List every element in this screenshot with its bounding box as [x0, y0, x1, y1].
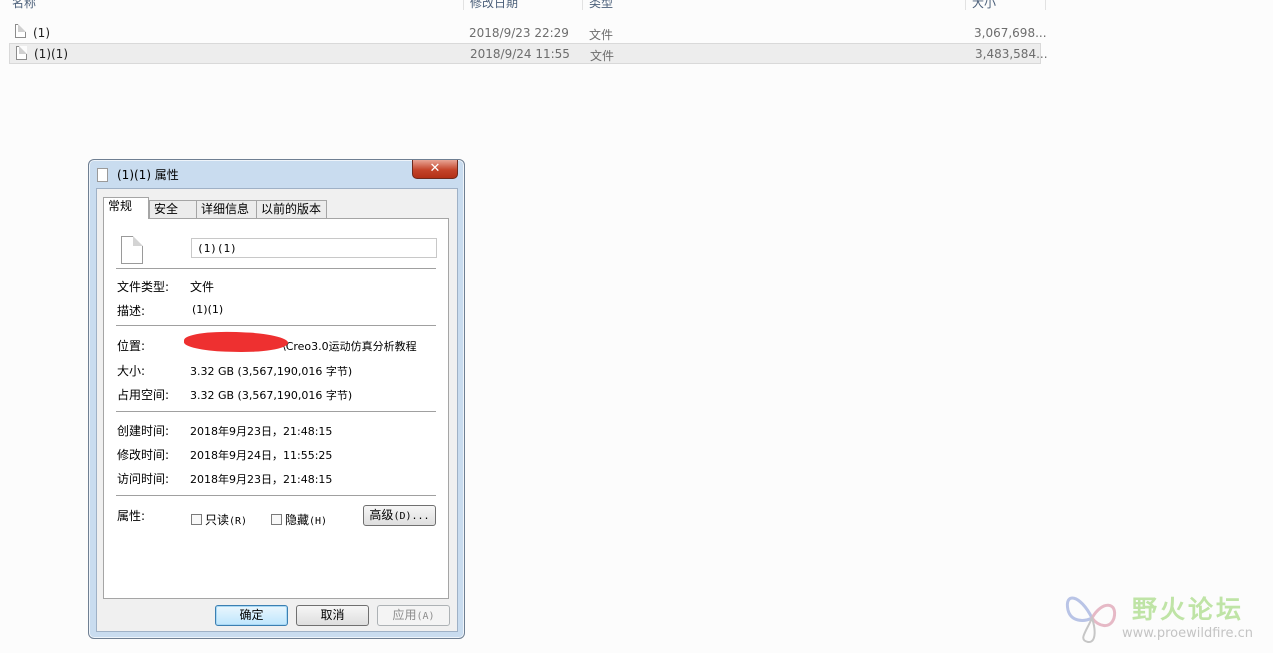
file-icon — [16, 46, 27, 60]
apply-accel: (A) — [416, 611, 435, 622]
size-on-disk-label: 占用空间: — [117, 388, 170, 402]
file-icon — [15, 24, 26, 38]
tab-previous-versions[interactable]: 以前的版本 — [256, 200, 327, 218]
hidden-label: 隐藏 — [285, 513, 310, 527]
close-button[interactable]: ✕ — [412, 160, 458, 179]
column-name-header[interactable]: 名称 — [12, 0, 36, 11]
column-modified-header[interactable]: 修改日期 — [470, 0, 518, 11]
file-name-field[interactable] — [191, 238, 437, 258]
watermark-url: www.proewildfire.cn — [1122, 626, 1253, 641]
size-value: 3.32 GB (3,567,190,016 字节) — [190, 365, 353, 378]
file-icon — [121, 236, 143, 264]
modified-value: 2018年9月24日，11:55:25 — [190, 449, 333, 462]
apply-label: 应用 — [392, 608, 417, 622]
created-value: 2018年9月23日，21:48:15 — [190, 425, 333, 438]
divider — [116, 411, 436, 412]
file-type: 文件 — [590, 49, 615, 63]
file-type-label: 文件类型: — [117, 280, 170, 294]
description-label: 描述: — [117, 304, 146, 318]
readonly-accel: (R) — [229, 516, 248, 527]
dialog-titlebar[interactable]: (1)(1) 属性 ✕ — [89, 160, 464, 187]
size-on-disk-value: 3.32 GB (3,567,190,016 字节) — [190, 389, 353, 402]
column-divider[interactable] — [582, 0, 583, 10]
checkbox-box[interactable] — [271, 514, 282, 525]
column-header-bar: 名称 修改日期 类型 大小 — [0, 0, 1045, 10]
file-row-selected[interactable]: (1)(1) 2018/9/24 11:55 文件 3,483,584... — [9, 43, 1048, 64]
tab-security[interactable]: 安全 — [149, 200, 197, 218]
dialog-title: (1)(1) 属性 — [117, 168, 179, 182]
hidden-checkbox[interactable]: 隐藏(H) — [271, 511, 327, 528]
file-name: (1) — [33, 26, 50, 40]
dialog-body: 常规 安全 详细信息 以前的版本 文件类型: 文件 描述: (1)(1) 位置:… — [96, 188, 458, 632]
general-tab-panel: 文件类型: 文件 描述: (1)(1) 位置: \Creo3.0运动仿真分析教程… — [103, 218, 449, 599]
close-icon: ✕ — [429, 161, 441, 176]
modified-label: 修改时间: — [117, 448, 170, 462]
accessed-label: 访问时间: — [117, 472, 170, 486]
cancel-button[interactable]: 取消 — [296, 605, 369, 626]
apply-button[interactable]: 应用(A) — [377, 605, 450, 626]
forum-watermark: 野火论坛 www.proewildfire.cn — [1062, 588, 1267, 648]
file-modified: 2018/9/24 11:55 — [470, 47, 570, 61]
redaction-mark — [183, 330, 289, 354]
accessed-value: 2018年9月23日，21:48:15 — [190, 473, 333, 486]
advanced-label: 高级 — [369, 508, 394, 522]
checkbox-box[interactable] — [191, 514, 202, 525]
readonly-checkbox[interactable]: 只读(R) — [191, 511, 247, 528]
file-type: 文件 — [589, 28, 614, 42]
file-row[interactable]: (1) 2018/9/23 22:29 文件 3,067,698... — [9, 22, 1047, 43]
ok-button[interactable]: 确定 — [215, 605, 288, 626]
column-divider[interactable] — [463, 0, 464, 10]
watermark-title: 野火论坛 — [1132, 595, 1245, 624]
divider — [116, 268, 436, 269]
file-icon — [97, 168, 108, 182]
size-label: 大小: — [117, 364, 146, 378]
column-divider[interactable] — [965, 0, 966, 10]
location-label: 位置: — [117, 339, 146, 353]
file-size: 3,483,584... — [975, 47, 1048, 61]
file-size: 3,067,698... — [974, 26, 1047, 40]
advanced-accel: (D)... — [393, 511, 430, 522]
file-name: (1)(1) — [34, 47, 68, 61]
tab-details[interactable]: 详细信息 — [196, 200, 257, 218]
column-divider[interactable] — [1045, 0, 1046, 10]
location-value: \Creo3.0运动仿真分析教程 — [282, 340, 417, 353]
attributes-label: 属性: — [117, 509, 146, 523]
divider — [116, 495, 436, 496]
file-modified: 2018/9/23 22:29 — [469, 26, 569, 40]
file-type-value: 文件 — [190, 280, 215, 294]
divider — [116, 325, 436, 326]
column-type-header[interactable]: 类型 — [589, 0, 613, 11]
properties-dialog: (1)(1) 属性 ✕ 常规 安全 详细信息 以前的版本 文件类型: 文件 描述… — [88, 159, 465, 639]
tab-general[interactable]: 常规 — [103, 197, 149, 219]
column-size-header[interactable]: 大小 — [972, 0, 996, 11]
readonly-label: 只读 — [205, 513, 230, 527]
advanced-button[interactable]: 高级(D)... — [363, 505, 436, 526]
description-value: (1)(1) — [192, 303, 224, 316]
created-label: 创建时间: — [117, 424, 170, 438]
hidden-accel: (H) — [309, 516, 328, 527]
butterfly-logo-icon — [1065, 596, 1117, 643]
